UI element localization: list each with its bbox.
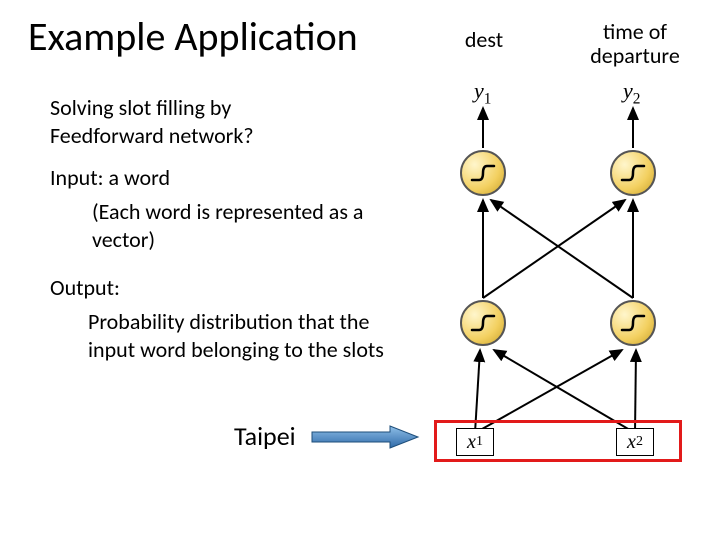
arrow-icon <box>310 424 420 450</box>
x1-box: x1 <box>456 428 494 456</box>
hidden-node <box>610 300 656 346</box>
question-text: Solving slot filling by Feedforward netw… <box>50 94 310 149</box>
hidden-node <box>460 300 506 346</box>
input-desc: (Each word is represented as a vector) <box>92 198 382 253</box>
output-desc: Probability distribution that the input … <box>88 308 388 363</box>
example-word: Taipei <box>234 420 296 453</box>
network-diagram: dest time of departure y1 y2 <box>420 20 710 520</box>
hidden-node <box>610 150 656 196</box>
page-title: Example Application <box>28 12 358 61</box>
x2-box: x2 <box>616 428 654 456</box>
hidden-node <box>460 150 506 196</box>
input-label: Input: a word <box>50 164 170 192</box>
output-label: Output: <box>50 274 120 302</box>
